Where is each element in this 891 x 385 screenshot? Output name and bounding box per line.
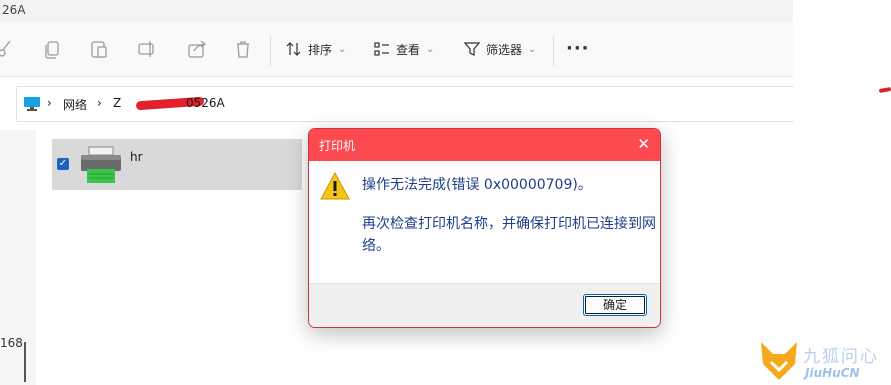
pane-number: 168 — [0, 336, 23, 350]
cut-icon[interactable] — [0, 38, 16, 60]
filter-label: 筛选器 — [486, 42, 523, 57]
command-bar: 排序 ⌄ 查看 ⌄ 筛选器 ⌄ ··· — [0, 22, 793, 77]
filter-button[interactable]: 筛选器 ⌄ — [464, 36, 536, 62]
sort-label: 排序 — [308, 42, 333, 57]
printer-item[interactable]: ✓ hr — [52, 139, 302, 190]
printer-name: hr — [130, 150, 143, 164]
close-icon[interactable]: ✕ — [637, 135, 650, 153]
paste-icon[interactable] — [88, 38, 110, 60]
filter-icon — [464, 42, 480, 56]
ok-button[interactable]: 确定 — [583, 294, 647, 316]
dialog-title-bar: 打印机 ✕ — [309, 129, 660, 161]
printer-icon — [81, 146, 121, 183]
navigation-pane: 168 — [0, 130, 36, 385]
rename-icon[interactable] — [136, 38, 158, 60]
watermark: 九狐问心 JiuHuCN — [759, 336, 891, 385]
watermark-en: JiuHuCN — [805, 366, 860, 380]
hint-message: 再次检查打印机名称，并确保打印机已连接到网络。 — [362, 216, 656, 254]
toolbar-separator — [270, 36, 271, 66]
breadcrumb-separator: › — [97, 96, 102, 110]
computer-icon — [24, 97, 40, 111]
breadcrumb-separator: › — [47, 96, 52, 110]
more-options-button[interactable]: ··· — [566, 38, 590, 59]
dialog-body: 操作无法完成(错误 0x00000709)。 再次检查打印机名称，并确保打印机已… — [309, 161, 660, 283]
dialog-footer: 确定 — [309, 283, 660, 327]
sort-button[interactable]: 排序 ⌄ — [286, 36, 346, 62]
view-icon — [374, 42, 389, 56]
checkbox[interactable]: ✓ — [57, 158, 69, 170]
window-title-strip: 26A — [0, 0, 793, 22]
red-annotation-mark — [878, 86, 891, 94]
error-message: 操作无法完成(错误 0x00000709)。 — [362, 177, 592, 193]
warning-icon — [320, 172, 350, 200]
address-bar[interactable]: › 网络 › Z 0526A — [16, 86, 794, 122]
breadcrumb-network[interactable]: 网络 — [63, 96, 87, 113]
watermark-cn: 九狐问心 — [803, 347, 879, 367]
view-label: 查看 — [396, 42, 421, 57]
fox-logo — [761, 342, 797, 380]
breadcrumb-server-start[interactable]: Z — [113, 96, 121, 110]
window-title: 26A — [2, 3, 26, 17]
toolbar-separator — [553, 36, 554, 66]
chevron-down-icon: ⌄ — [528, 43, 537, 55]
scrollbar[interactable] — [24, 342, 26, 382]
view-button[interactable]: 查看 ⌄ — [374, 36, 434, 62]
sort-icon — [286, 42, 301, 56]
share-icon[interactable] — [186, 38, 208, 60]
chevron-down-icon: ⌄ — [426, 43, 435, 55]
printer-error-dialog: 打印机 ✕ 操作无法完成(错误 0x00000709)。 再次检查打印机名称，并… — [308, 128, 661, 328]
copy-icon[interactable] — [42, 38, 64, 60]
breadcrumb-server-end[interactable]: 0526A — [186, 96, 225, 110]
delete-icon[interactable] — [232, 38, 254, 60]
dialog-title: 打印机 — [319, 139, 356, 153]
chevron-down-icon: ⌄ — [338, 43, 347, 55]
